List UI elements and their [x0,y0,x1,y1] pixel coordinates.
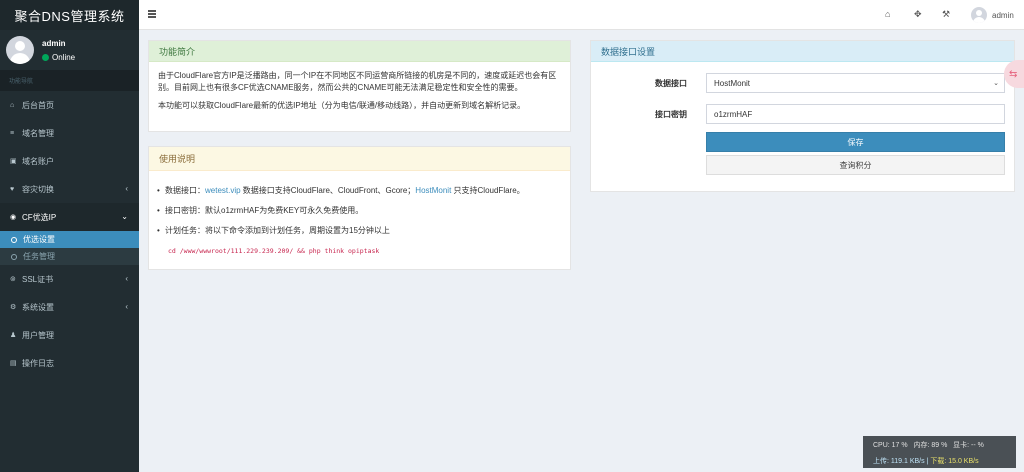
api-label: 数据接口 [655,79,687,88]
list-icon: ≡ [10,129,15,137]
app-logo[interactable]: 聚合DNS管理系统 [0,0,139,30]
sidebar-item-dashboard[interactable]: ⌂ 后台首页 [0,91,139,119]
api-key-input[interactable]: o1zrmHAF [706,104,1005,124]
sidebar-item-ssl[interactable]: ⊚ SSL证书 ‹ [0,265,139,293]
cron-command-code: cd /www/wwwroot/111.229.239.209/ && php … [168,247,380,255]
heartbeat-icon: ♥ [10,185,15,193]
system-monitor: CPU: 17 % 内存: 89 % 显卡: -- % 上传: 119.1 KB… [863,436,1016,468]
sidebar: 聚合DNS管理系统 admin Online 功能导航 ⌂ 后台首页 ≡ 域名管理 … [0,0,139,472]
memory-usage: 内存: 89 % [913,442,948,449]
user-status: Online [42,53,75,62]
avatar [6,36,34,64]
hostmonit-link[interactable]: HostMonit [415,186,451,195]
avatar[interactable] [971,7,987,23]
settings-title: 数据接口设置 [591,41,1014,62]
globe-icon: ◉ [10,214,17,221]
cpu-usage: CPU: 17 % [873,442,908,449]
home-icon: ⌂ [10,101,15,109]
intro-paragraph-2: 本功能可以获取CloudFlare最新的优选IP地址（分为电信/联通/移动线路）… [158,101,526,110]
gpu-usage: 显卡: -- % [953,442,984,449]
circle-icon [11,236,17,243]
cogs-icon: ⚙ [10,304,17,311]
chevron-left-icon: ‹ [125,274,128,283]
lock-icon: ▣ [10,158,17,165]
query-points-button[interactable]: 查询积分 [706,155,1005,175]
intro-box: 功能简介 由于CloudFlare官方IP是泛播路由，同一个IP在不同地区不同运… [148,40,571,132]
sidebar-subitem-task-management[interactable]: 任务管理 [0,248,139,265]
chevron-down-icon: ⌄ [121,212,128,221]
circle-icon [11,253,17,260]
ssl-icon: ⊚ [10,276,16,283]
home-icon[interactable]: ⌂ [885,9,890,19]
intro-title: 功能简介 [149,41,570,62]
online-dot-icon [42,54,49,61]
sidebar-item-accounts[interactable]: ▣ 域名账户 [0,147,139,175]
chevron-left-icon: ‹ [125,184,128,193]
usage-item-key: 接口密钥：默认o1zrmHAF为免费KEY可永久免费使用。 [157,205,561,217]
api-select[interactable]: HostMonit ⌄ [706,73,1005,93]
sidebar-item-domains[interactable]: ≡ 域名管理 [0,119,139,147]
chevron-down-icon: ⌄ [993,80,999,87]
topbar-user-name[interactable]: admin [992,11,1014,20]
usage-item-api: 数据接口：wetest.vip 数据接口支持CloudFlare、CloudFr… [157,185,561,197]
usage-body: 数据接口：wetest.vip 数据接口支持CloudFlare、CloudFr… [149,171,570,265]
chevron-left-icon: ‹ [125,302,128,311]
usage-title: 使用说明 [149,147,570,171]
download-speed: 下载: 15.0 KB/s [930,458,979,465]
api-settings-box: 数据接口设置 数据接口 HostMonit ⌄ 接口密钥 o1zrmHAF 保存 … [590,40,1015,192]
intro-paragraph-1: 由于CloudFlare官方IP是泛播路由，同一个IP在不同地区不同运营商所链接… [158,71,557,92]
wetest-link[interactable]: wetest.vip [205,186,241,195]
usage-item-cron: 计划任务：将以下命令添加到计划任务，周期设置为15分钟以上 [157,225,561,237]
sidebar-item-logs[interactable]: ▤ 操作日志 [0,349,139,377]
menu-toggle-icon[interactable] [148,10,156,19]
key-label: 接口密钥 [655,110,687,119]
upload-speed: 上传: 119.1 KB/s [873,458,925,465]
nav-header: 功能导航 [0,70,139,91]
user-icon: ♟ [10,332,17,339]
user-name: admin [42,39,66,48]
sidebar-item-cf-optimize[interactable]: ◉ CF优选IP ⌄ [0,203,139,231]
wrench-icon[interactable]: ⚒ [942,9,950,20]
sidebar-item-users[interactable]: ♟ 用户管理 [0,321,139,349]
log-icon: ▤ [10,360,17,367]
intro-body: 由于CloudFlare官方IP是泛播路由，同一个IP在不同地区不同运营商所链接… [149,62,570,126]
usage-box: 使用说明 数据接口：wetest.vip 数据接口支持CloudFlare、Cl… [148,146,571,270]
sidebar-subitem-optimize-settings[interactable]: 优选设置 [0,231,139,248]
fullscreen-icon[interactable]: ✥ [914,9,922,20]
translate-float-icon[interactable]: ⇆ [1004,60,1024,88]
user-panel: admin Online [0,30,139,70]
save-button[interactable]: 保存 [706,132,1005,152]
sidebar-item-failover[interactable]: ♥ 容灾切换 ‹ [0,175,139,203]
sidebar-item-system[interactable]: ⚙ 系统设置 ‹ [0,293,139,321]
top-navbar: ⌂ ✥ ⚒ admin [139,0,1024,30]
